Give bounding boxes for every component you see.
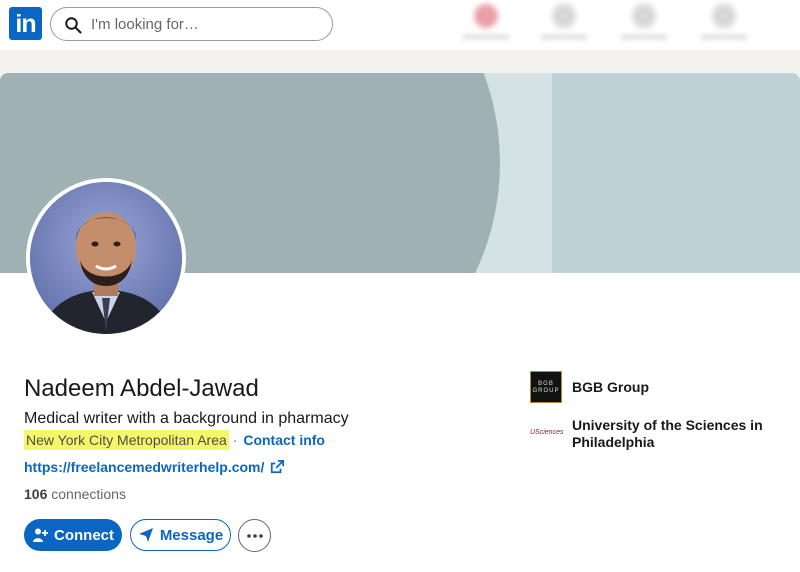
- add-person-icon: [33, 528, 48, 542]
- nav-item-messaging-blurred[interactable]: [694, 2, 754, 46]
- website-link[interactable]: https://freelancemedwriterhelp.com/: [24, 459, 285, 475]
- ellipsis-icon: [246, 533, 263, 538]
- profile-headline: Medical writer with a background in phar…: [24, 410, 349, 427]
- nav-item-home-blurred[interactable]: [456, 2, 516, 46]
- location-row: New York City Metropolitan Area · Contact…: [24, 430, 325, 454]
- profile-name: Nadeem Abdel-Jawad: [24, 375, 259, 402]
- contact-info-link[interactable]: Contact info: [243, 432, 325, 448]
- nav-item-network-blurred[interactable]: [534, 2, 594, 46]
- connections-label: connections: [51, 486, 126, 502]
- org-education[interactable]: USciences University of the Sciences in …: [530, 417, 772, 451]
- avatar-photo: [30, 182, 182, 334]
- nav-item-jobs-blurred[interactable]: [614, 2, 674, 46]
- search-input[interactable]: [91, 14, 321, 34]
- send-icon: [138, 528, 153, 542]
- search-box[interactable]: [50, 7, 333, 41]
- org-current-company[interactable]: BGB GROUP BGB Group: [530, 371, 772, 403]
- connections-number: 106: [24, 486, 48, 502]
- more-actions-button[interactable]: [238, 519, 271, 552]
- connections-count[interactable]: 106 connections: [24, 486, 126, 502]
- separator-dot: ·: [232, 432, 238, 448]
- usciences-logo: USciences: [530, 417, 563, 449]
- external-link-icon: [271, 460, 285, 474]
- profile-card: Nadeem Abdel-Jawad Medical writer with a…: [0, 73, 800, 572]
- org-name-bgb: BGB Group: [572, 379, 649, 395]
- connect-label: Connect: [54, 526, 114, 544]
- message-button[interactable]: Message: [130, 519, 231, 551]
- top-nav: in: [0, 0, 800, 50]
- website-url[interactable]: https://freelancemedwriterhelp.com/: [24, 459, 264, 475]
- bgb-group-logo: BGB GROUP: [530, 371, 562, 403]
- profile-avatar[interactable]: [26, 178, 186, 338]
- profile-location: New York City Metropolitan Area: [24, 430, 229, 450]
- org-name-university: University of the Sciences in Philadelph…: [572, 417, 763, 450]
- message-label: Message: [159, 526, 224, 544]
- connect-button[interactable]: Connect: [24, 519, 122, 551]
- linkedin-logo[interactable]: in: [9, 7, 42, 40]
- search-icon: [65, 17, 82, 34]
